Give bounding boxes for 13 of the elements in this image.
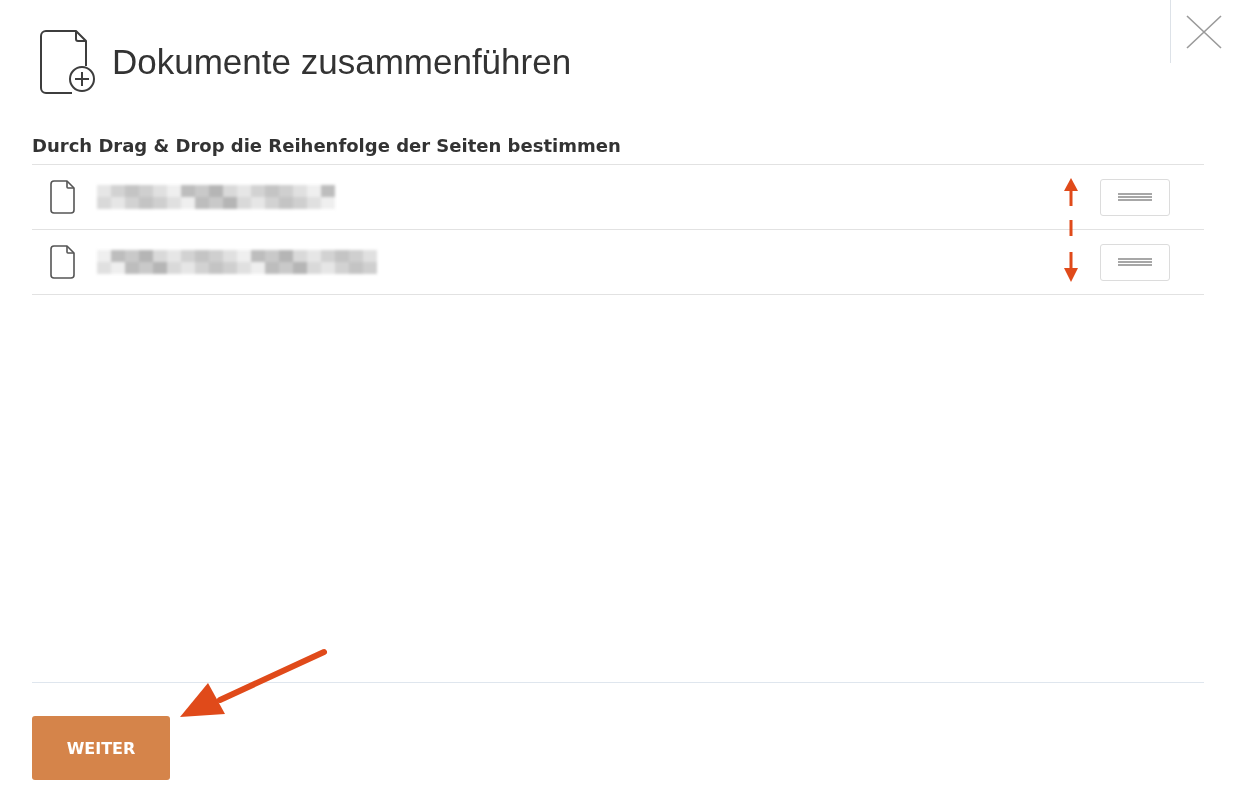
file-icon [50, 180, 75, 214]
drag-handle-button[interactable] [1100, 178, 1170, 216]
arrow-icon [180, 648, 328, 720]
instruction-text: Durch Drag & Drop die Reihenfolge der Seiten bestimmen [32, 134, 621, 158]
drag-handle-button[interactable] [1100, 243, 1170, 281]
file-plus-icon [40, 30, 96, 94]
continue-button[interactable]: WEITER [32, 716, 170, 780]
close-icon [1186, 15, 1222, 49]
file-icon [50, 245, 75, 279]
dialog-title: Dokumente zusammenführen [112, 42, 572, 82]
double-arrow-icon [1063, 178, 1079, 282]
grip-lines-icon [1118, 193, 1152, 201]
grip-lines-icon [1118, 258, 1152, 266]
